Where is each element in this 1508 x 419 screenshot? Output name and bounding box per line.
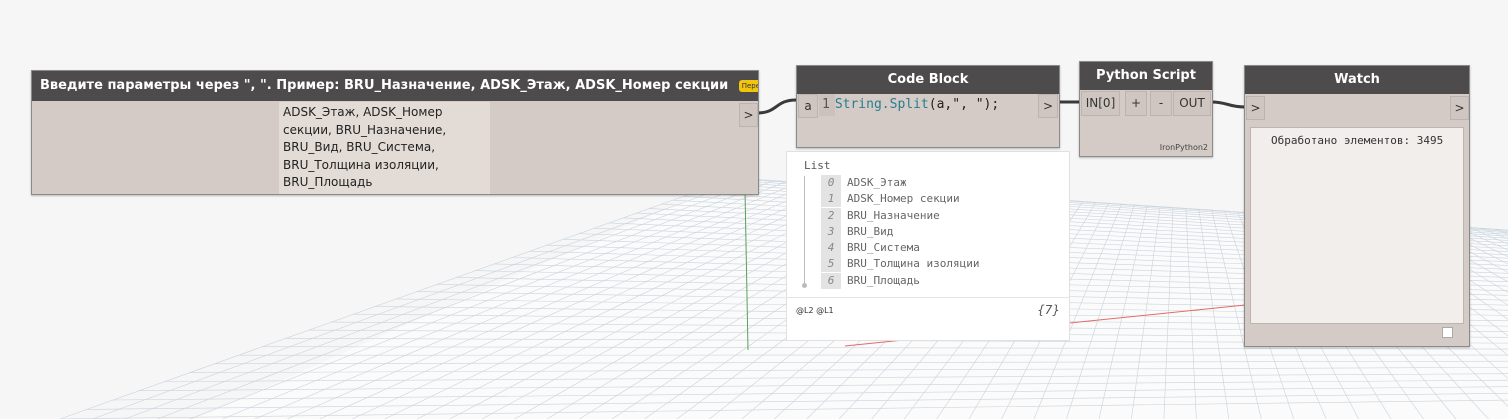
- list-index: 3: [821, 223, 841, 240]
- list-item[interactable]: 4 BRU_Система: [821, 240, 979, 257]
- list-value: BRU_Толщина изоляции: [847, 257, 980, 271]
- string-input-node-header[interactable]: Введите параметры через ", ". Пример: BR…: [32, 71, 758, 101]
- list-index: 0: [821, 175, 841, 191]
- list-item[interactable]: 6 BRU_Площадь: [821, 272, 979, 289]
- watch-output-panel: Обработано элементов: 3495: [1250, 127, 1464, 324]
- list-item[interactable]: 2 BRU_Назначение: [821, 207, 979, 224]
- output-port[interactable]: >: [1450, 96, 1469, 120]
- wire-python-to-watch[interactable]: [1210, 100, 1246, 109]
- list-index: 6: [821, 272, 841, 289]
- preview-list: 0 ADSK_Этаж 1 ADSK_Номер секции 2 BRU_Назна…: [821, 175, 979, 289]
- list-index: 5: [821, 256, 841, 273]
- wire-string-to-codeblock[interactable]: [756, 98, 797, 115]
- input-port-a[interactable]: a: [798, 94, 818, 118]
- list-item[interactable]: 1 ADSK_Номер секции: [821, 191, 979, 208]
- list-item[interactable]: 0 ADSK_Этаж: [821, 175, 979, 191]
- list-value: BRU_Площадь: [847, 273, 920, 287]
- node-title: Введите параметры через ", ". Пример: BR…: [40, 78, 729, 93]
- list-value: ADSK_Номер секции: [847, 192, 960, 206]
- list-value: BRU_Система: [847, 241, 920, 255]
- list-value: BRU_Вид: [847, 224, 894, 238]
- remove-input-button[interactable]: -: [1150, 91, 1172, 116]
- preview-count: {7}: [1037, 303, 1060, 317]
- add-input-button[interactable]: +: [1125, 91, 1147, 116]
- list-value: ADSK_Этаж: [847, 176, 907, 189]
- code-method: .Split: [881, 97, 929, 112]
- input-port[interactable]: >: [1246, 96, 1265, 120]
- code-block-preview-bubble[interactable]: List 0 ADSK_Этаж 1 ADSK_Номер секции 2 BRU_…: [786, 151, 1070, 341]
- list-index: 4: [821, 240, 841, 257]
- code-editor[interactable]: 1 String.Split(a,", ");: [819, 94, 1035, 116]
- watch-output-text: Обработано элементов: 3495: [1271, 134, 1444, 147]
- string-input-node[interactable]: Введите параметры через ", ". Пример: BR…: [31, 70, 759, 195]
- preview-tree-dot: [802, 283, 807, 288]
- value-line: секции, BRU_Назначение,: [283, 122, 447, 137]
- string-value-textarea[interactable]: ADSK_Этаж, ADSK_Номер секции, BRU_Назнач…: [279, 102, 490, 194]
- input-port-in0[interactable]: IN[0]: [1081, 91, 1120, 116]
- code-args: (a,", ");: [928, 97, 1000, 112]
- code-function: String: [834, 97, 882, 112]
- watch-header[interactable]: Watch: [1245, 66, 1469, 94]
- value-line: BRU_Площадь: [283, 175, 373, 189]
- watch-node[interactable]: Watch > > Обработано элементов: 3495: [1244, 65, 1470, 347]
- value-line: ADSK_Этаж, ADSK_Номер: [283, 105, 443, 119]
- engine-label: IronPython2: [1159, 143, 1208, 152]
- list-index: 2: [821, 207, 841, 224]
- list-value: BRU_Назначение: [847, 208, 940, 222]
- preview-list-header: List: [804, 159, 831, 172]
- list-index: 1: [821, 191, 841, 208]
- python-script-header[interactable]: Python Script: [1080, 62, 1212, 90]
- python-script-node[interactable]: Python Script IN[0] + - OUT IronPython2: [1079, 61, 1213, 157]
- value-line: BRU_Вид, BRU_Система,: [283, 140, 436, 154]
- list-item[interactable]: 3 BRU_Вид: [821, 223, 979, 240]
- output-port-out[interactable]: OUT: [1173, 91, 1211, 116]
- output-port[interactable]: >: [1038, 94, 1058, 118]
- value-line: BRU_Толщина изоляции,: [283, 157, 439, 172]
- list-item[interactable]: 5 BRU_Толщина изоляции: [821, 256, 980, 273]
- renamed-badge: Переименовано: [738, 79, 758, 92]
- preview-tree-line: [804, 176, 805, 285]
- preview-levels[interactable]: @L2 @L1: [796, 306, 834, 315]
- code-block-header[interactable]: Code Block: [797, 66, 1059, 94]
- code-block-node[interactable]: Code Block a 1 String.Split(a,", "); >: [796, 65, 1060, 148]
- line-number: 1: [819, 94, 835, 116]
- watch-resize-handle[interactable]: [1442, 327, 1453, 338]
- preview-divider: [787, 297, 1069, 298]
- output-port[interactable]: >: [739, 103, 758, 127]
